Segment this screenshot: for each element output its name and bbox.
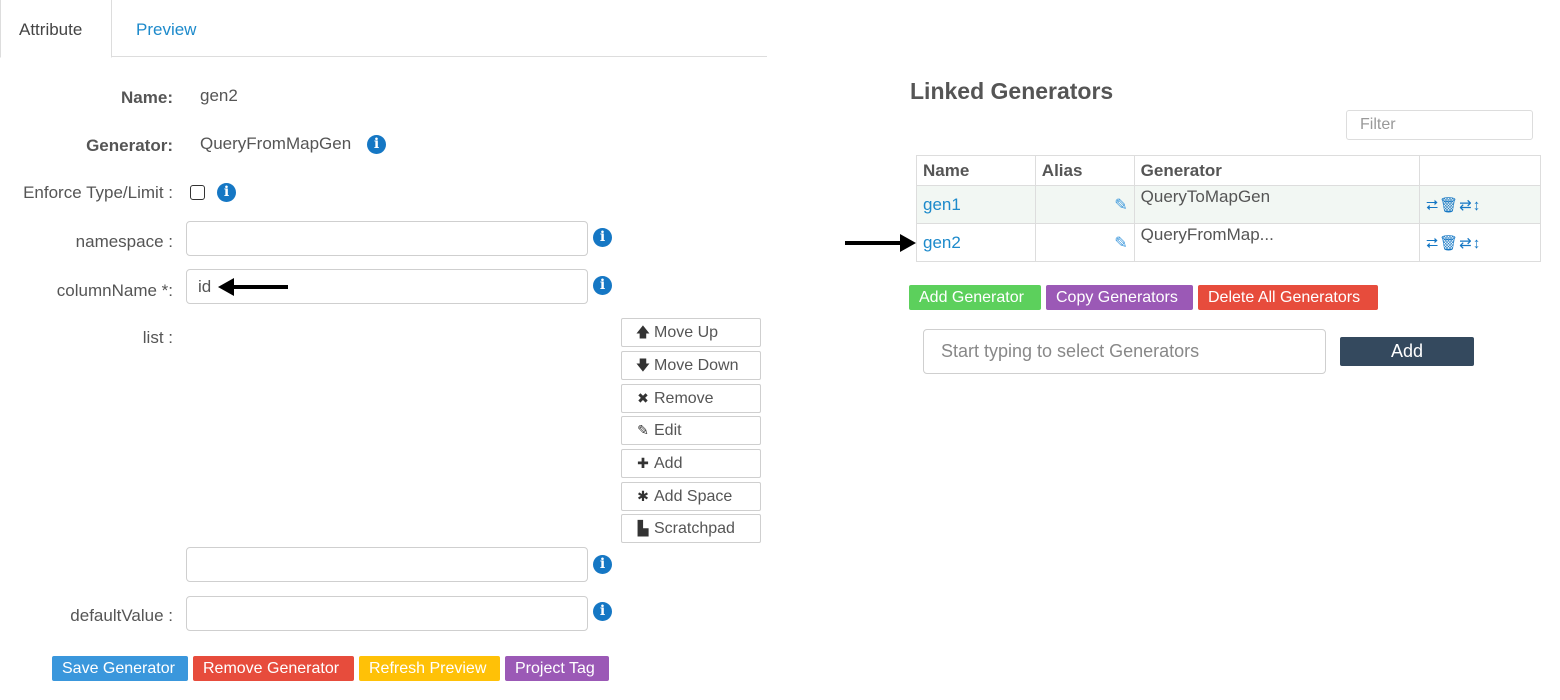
row-generator-cell: QueryFromMap... <box>1133 223 1421 262</box>
list-input[interactable] <box>186 547 588 582</box>
generator-link-gen1[interactable]: gen1 <box>923 195 961 214</box>
row-actions: ⮂🗑⇄↕ <box>1426 235 1481 252</box>
swap-vertical-icon[interactable]: ↕ <box>1473 197 1482 214</box>
column-header-name[interactable]: Name <box>916 155 1036 186</box>
tab-attribute[interactable]: Attribute <box>0 0 112 58</box>
column-header-alias[interactable]: Alias <box>1034 155 1135 186</box>
remove-generator-button[interactable]: Remove Generator <box>193 656 354 681</box>
edit-alias-icon[interactable]: ✎ <box>1114 233 1127 253</box>
enforce-checkbox[interactable] <box>190 185 205 200</box>
linked-generators-title: Linked Generators <box>910 78 1114 104</box>
generator-link-gen2[interactable]: gen2 <box>923 233 961 252</box>
defaultvalue-label: defaultValue : <box>70 606 173 625</box>
delete-all-generators-button[interactable]: Delete All Generators <box>1198 285 1378 310</box>
trash-icon[interactable]: 🗑 <box>1439 235 1459 252</box>
row-name-cell: gen1 <box>916 185 1036 224</box>
pencil-icon: ✎ <box>637 422 649 438</box>
namespace-input[interactable] <box>186 221 588 256</box>
columnname-info-icon[interactable]: i <box>593 276 612 295</box>
row-actions-cell: ⮂🗑⇄↕ <box>1419 185 1541 224</box>
row-actions: ⮂🗑⇄↕ <box>1426 197 1481 214</box>
tab-preview[interactable]: Preview <box>118 0 214 58</box>
row-name-cell: gen2 <box>916 223 1036 262</box>
times-icon: ✖ <box>637 390 649 406</box>
name-value: gen2 <box>200 86 238 105</box>
generator-select-input[interactable]: Start typing to select Generators <box>923 329 1326 374</box>
linked-generators-table: Name Alias Generator gen1 ✎ QueryToMapGe… <box>916 155 1541 262</box>
annotation-arrow-right-icon <box>900 234 916 252</box>
enforce-label: Enforce Type/Limit : <box>23 183 173 202</box>
list-label: list : <box>142 328 173 347</box>
add-linked-generator-button[interactable]: Add <box>1340 337 1474 366</box>
column-header-actions <box>1419 155 1541 186</box>
project-tag-button[interactable]: Project Tag <box>505 656 609 681</box>
move-down-button[interactable]: 🡇 Move Down <box>621 351 761 380</box>
repeat-icon[interactable]: ⮂ <box>1426 197 1439 214</box>
add-space-label: Add Space <box>654 488 733 505</box>
refresh-preview-button[interactable]: Refresh Preview <box>359 656 500 681</box>
arrow-up-icon: 🡅 <box>635 324 651 340</box>
add-label: Add <box>654 455 683 472</box>
defaultvalue-info-icon[interactable]: i <box>593 602 612 621</box>
swap-horizontal-icon[interactable]: ⇄ <box>1459 235 1473 252</box>
remove-label: Remove <box>654 390 714 407</box>
row-generator-cell: QueryToMapGen <box>1133 185 1421 224</box>
move-down-label: Move Down <box>654 357 739 374</box>
generator-value: QueryToMapGen <box>1140 186 1271 206</box>
row-actions-cell: ⮂🗑⇄↕ <box>1419 223 1541 262</box>
list-info-icon[interactable]: i <box>593 555 612 574</box>
namespace-info-icon[interactable]: i <box>593 228 612 247</box>
add-generator-button[interactable]: Add Generator <box>909 285 1041 310</box>
generator-info-icon[interactable]: i <box>367 135 386 154</box>
enforce-info-icon[interactable]: i <box>217 183 236 202</box>
move-up-label: Move Up <box>654 324 719 341</box>
add-button[interactable]: ✚ Add <box>621 449 761 478</box>
remove-button[interactable]: ✖ Remove <box>621 384 761 413</box>
generator-value: QueryFromMapGen <box>200 134 352 153</box>
name-label: Name: <box>121 88 173 107</box>
save-generator-button[interactable]: Save Generator <box>52 656 188 681</box>
generator-label: Generator: <box>86 136 173 155</box>
scratchpad-button[interactable]: ▙ Scratchpad <box>621 514 761 543</box>
edit-button[interactable]: ✎ Edit <box>621 416 761 445</box>
swap-horizontal-icon[interactable]: ⇄ <box>1459 197 1473 214</box>
scratchpad-label: Scratchpad <box>654 520 735 537</box>
asterisk-icon: ✱ <box>637 488 649 504</box>
row-alias-cell: ✎ <box>1034 185 1135 224</box>
namespace-label: namespace : <box>75 232 173 251</box>
table-row: gen2 ✎ QueryFromMap... ⮂🗑⇄↕ <box>916 223 1541 262</box>
filter-input[interactable]: Filter <box>1346 110 1533 140</box>
arrow-down-icon: 🡇 <box>635 357 651 373</box>
trash-icon[interactable]: 🗑 <box>1439 197 1459 214</box>
tab-bar: Attribute Preview <box>0 0 767 58</box>
columnname-label: columnName *: <box>56 281 173 300</box>
move-up-button[interactable]: 🡅 Move Up <box>621 318 761 347</box>
plus-icon: ✚ <box>637 455 649 471</box>
row-alias-cell: ✎ <box>1034 223 1135 262</box>
generator-value: QueryFromMap... <box>1140 224 1274 244</box>
edit-alias-icon[interactable]: ✎ <box>1114 195 1127 215</box>
add-space-button[interactable]: ✱ Add Space <box>621 482 761 511</box>
column-header-generator[interactable]: Generator <box>1133 155 1421 186</box>
annotation-arrow-shaft-right <box>845 241 903 245</box>
annotation-arrow-shaft <box>232 285 288 289</box>
defaultvalue-input[interactable] <box>186 596 588 631</box>
table-row: gen1 ✎ QueryToMapGen ⮂🗑⇄↕ <box>916 185 1541 224</box>
swap-vertical-icon[interactable]: ↕ <box>1473 235 1482 252</box>
table-header-row: Name Alias Generator <box>916 155 1541 186</box>
edit-label: Edit <box>654 422 682 439</box>
copy-generators-button[interactable]: Copy Generators <box>1046 285 1193 310</box>
file-icon: ▙ <box>637 520 649 536</box>
repeat-icon[interactable]: ⮂ <box>1426 235 1439 252</box>
